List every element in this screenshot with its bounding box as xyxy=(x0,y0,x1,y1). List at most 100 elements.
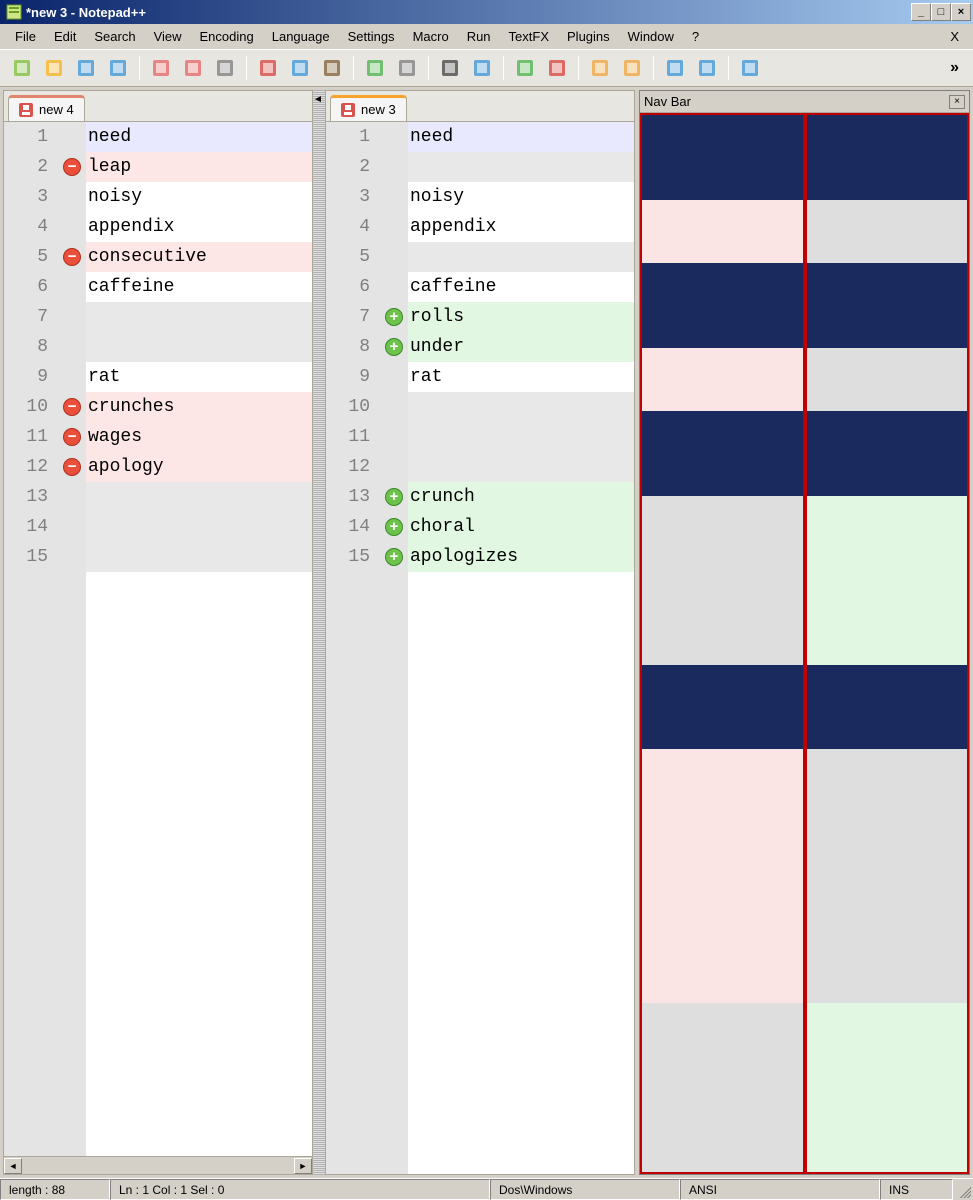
nav-segment[interactable] xyxy=(642,348,803,411)
nav-segment[interactable] xyxy=(642,115,803,200)
code-line[interactable]: caffeine xyxy=(86,272,312,302)
splitter[interactable] xyxy=(313,90,325,1175)
code-line[interactable]: caffeine xyxy=(408,272,634,302)
code-line[interactable]: noisy xyxy=(86,182,312,212)
code-line[interactable]: apologizes xyxy=(408,542,634,572)
undo-icon[interactable] xyxy=(361,54,389,82)
code-line[interactable] xyxy=(408,392,634,422)
code-line[interactable] xyxy=(86,512,312,542)
redo-icon[interactable] xyxy=(393,54,421,82)
code-line[interactable]: apology xyxy=(86,452,312,482)
nav-segment[interactable] xyxy=(807,1003,968,1172)
nav-col-right[interactable] xyxy=(805,113,970,1174)
tab-new4[interactable]: new 4 xyxy=(8,95,85,121)
code-line[interactable]: need xyxy=(408,122,634,152)
nav-segment[interactable] xyxy=(642,1003,803,1172)
menu-help[interactable]: ? xyxy=(683,27,708,46)
nav-segment[interactable] xyxy=(642,411,803,496)
find-icon[interactable] xyxy=(436,54,464,82)
menu-search[interactable]: Search xyxy=(85,27,144,46)
indent-guide-icon[interactable] xyxy=(736,54,764,82)
code-line[interactable]: rat xyxy=(86,362,312,392)
code-line[interactable]: choral xyxy=(408,512,634,542)
menu-encoding[interactable]: Encoding xyxy=(191,27,263,46)
menu-textfx[interactable]: TextFX xyxy=(500,27,558,46)
zoom-out-icon[interactable] xyxy=(543,54,571,82)
code-line[interactable]: consecutive xyxy=(86,242,312,272)
nav-segment[interactable] xyxy=(807,665,968,750)
nav-segment[interactable] xyxy=(807,115,968,200)
tab-new3[interactable]: new 3 xyxy=(330,95,407,121)
code-line[interactable]: appendix xyxy=(408,212,634,242)
menu-edit[interactable]: Edit xyxy=(45,27,85,46)
code-line[interactable] xyxy=(86,332,312,362)
menu-plugins[interactable]: Plugins xyxy=(558,27,619,46)
code-line[interactable]: leap xyxy=(86,152,312,182)
code-line[interactable]: appendix xyxy=(86,212,312,242)
menu-macro[interactable]: Macro xyxy=(404,27,458,46)
maximize-button[interactable]: □ xyxy=(931,3,951,21)
sync-h-icon[interactable] xyxy=(618,54,646,82)
copy-icon[interactable] xyxy=(286,54,314,82)
open-file-icon[interactable] xyxy=(40,54,68,82)
code-line[interactable]: rolls xyxy=(408,302,634,332)
code-line[interactable] xyxy=(86,482,312,512)
editor-left[interactable]: 123456789101112131415−−−−−needleapnoisya… xyxy=(4,121,312,1156)
nav-segment[interactable] xyxy=(807,200,968,263)
save-all-icon[interactable] xyxy=(104,54,132,82)
close-all-icon[interactable] xyxy=(179,54,207,82)
paste-icon[interactable] xyxy=(318,54,346,82)
code-line[interactable] xyxy=(408,242,634,272)
nav-segment[interactable] xyxy=(807,496,968,665)
code-line[interactable] xyxy=(408,152,634,182)
replace-icon[interactable] xyxy=(468,54,496,82)
cut-icon[interactable] xyxy=(254,54,282,82)
hscroll-left[interactable]: ◄ ► xyxy=(4,1156,312,1174)
nav-segment[interactable] xyxy=(807,263,968,348)
code-line[interactable]: crunches xyxy=(86,392,312,422)
wrap-icon[interactable] xyxy=(661,54,689,82)
close-window-button[interactable]: × xyxy=(951,3,971,21)
nav-bar-close-button[interactable]: × xyxy=(949,95,965,109)
minimize-button[interactable]: _ xyxy=(911,3,931,21)
code-line[interactable]: crunch xyxy=(408,482,634,512)
nav-segment[interactable] xyxy=(807,749,968,1003)
editor-right[interactable]: 123456789101112131415+++++neednoisyappen… xyxy=(326,121,634,1174)
scroll-left-icon[interactable]: ◄ xyxy=(4,1158,22,1174)
menu-run[interactable]: Run xyxy=(458,27,500,46)
resize-grip[interactable] xyxy=(953,1179,973,1200)
print-icon[interactable] xyxy=(211,54,239,82)
close-icon[interactable] xyxy=(147,54,175,82)
show-all-icon[interactable] xyxy=(693,54,721,82)
menu-view[interactable]: View xyxy=(145,27,191,46)
menu-settings[interactable]: Settings xyxy=(339,27,404,46)
new-file-icon[interactable] xyxy=(8,54,36,82)
code-line[interactable]: wages xyxy=(86,422,312,452)
nav-segment[interactable] xyxy=(642,665,803,750)
menu-close-doc[interactable]: X xyxy=(942,27,967,46)
nav-bar-body[interactable] xyxy=(640,113,969,1174)
menu-language[interactable]: Language xyxy=(263,27,339,46)
code-line[interactable] xyxy=(86,542,312,572)
nav-segment[interactable] xyxy=(642,263,803,348)
menu-window[interactable]: Window xyxy=(619,27,683,46)
zoom-in-icon[interactable] xyxy=(511,54,539,82)
toolbar-overflow-button[interactable]: » xyxy=(944,59,965,77)
menu-file[interactable]: File xyxy=(6,27,45,46)
code-line[interactable]: noisy xyxy=(408,182,634,212)
save-icon[interactable] xyxy=(72,54,100,82)
code-line[interactable] xyxy=(408,452,634,482)
code-line[interactable] xyxy=(86,302,312,332)
code-line[interactable]: under xyxy=(408,332,634,362)
nav-segment[interactable] xyxy=(642,749,803,1003)
nav-segment[interactable] xyxy=(642,496,803,665)
code-line[interactable]: need xyxy=(86,122,312,152)
nav-col-left[interactable] xyxy=(640,113,805,1174)
scroll-right-icon[interactable]: ► xyxy=(294,1158,312,1174)
sync-v-icon[interactable] xyxy=(586,54,614,82)
code-line[interactable] xyxy=(408,422,634,452)
nav-segment[interactable] xyxy=(642,200,803,263)
nav-segment[interactable] xyxy=(807,348,968,411)
code-line[interactable]: rat xyxy=(408,362,634,392)
nav-segment[interactable] xyxy=(807,411,968,496)
